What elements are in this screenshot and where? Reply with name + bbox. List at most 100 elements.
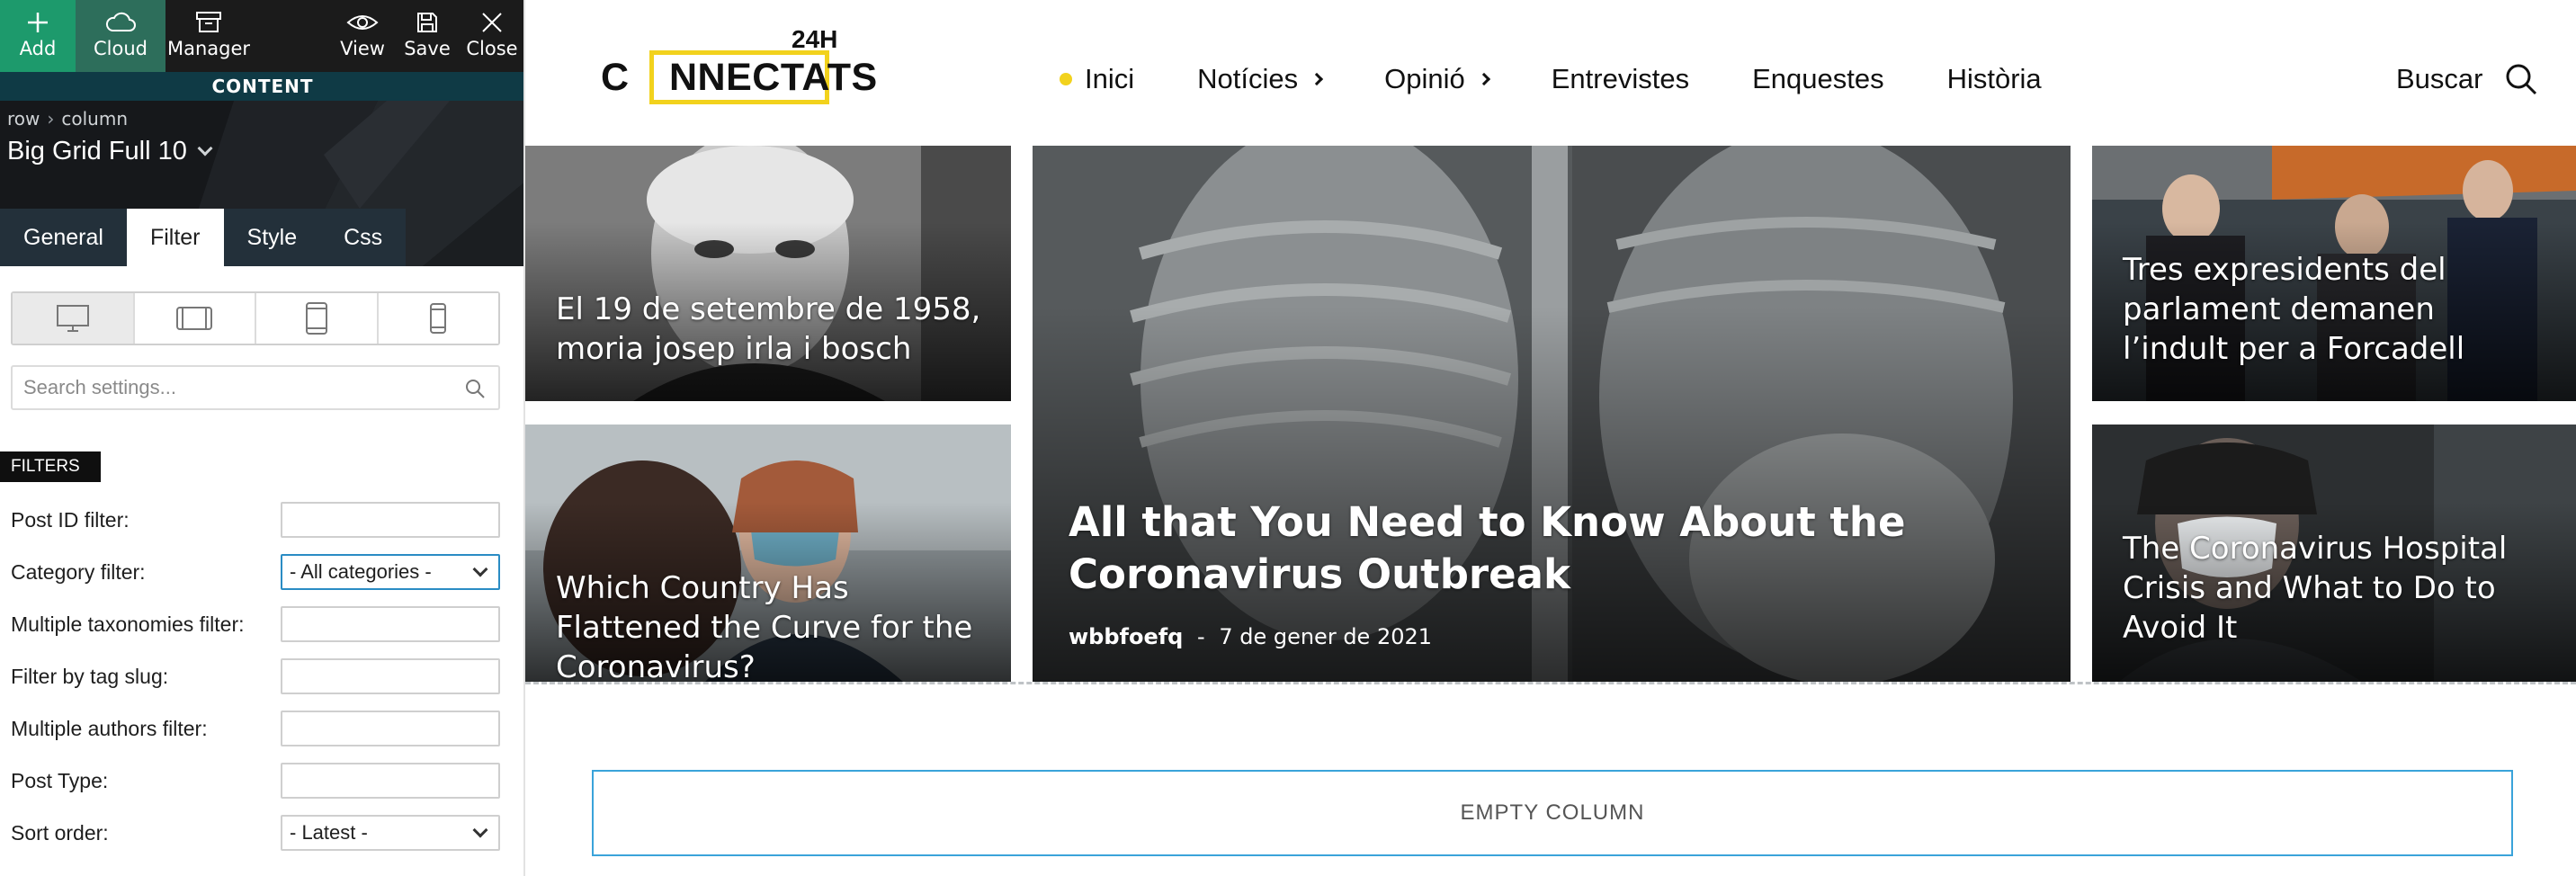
- sort-order-value: - Latest -: [290, 821, 368, 844]
- post-type-label: Post Type:: [11, 769, 109, 792]
- module-title-dropdown[interactable]: Big Grid Full 10: [7, 137, 213, 166]
- manager-icon: [196, 12, 221, 32]
- site-logo[interactable]: 24H C NNECTATS: [601, 23, 877, 113]
- save-label: Save: [404, 38, 451, 59]
- card-title: The Coronavirus Hospital Crisis and What…: [2123, 531, 2508, 646]
- manager-button[interactable]: Manager: [165, 0, 252, 72]
- post-id-filter-input[interactable]: [281, 502, 500, 538]
- nav-item-entrevistes[interactable]: Entrevistes: [1552, 63, 1689, 95]
- authors-filter-label: Multiple authors filter:: [11, 717, 208, 740]
- post-card-featured[interactable]: All that You Need to Know About the Coro…: [1033, 146, 2071, 682]
- featured-title: All that You Need to Know About the Coro…: [1069, 498, 1906, 598]
- nav-opinio-label: Opinió: [1384, 63, 1465, 94]
- post-card-curve[interactable]: Which Country Has Flattened the Curve fo…: [525, 425, 1011, 682]
- search-settings-input[interactable]: [23, 367, 446, 408]
- chevron-down-icon: [472, 561, 488, 577]
- cloud-icon: [105, 12, 136, 31]
- close-label: Close: [466, 38, 518, 59]
- device-switcher: [11, 291, 500, 345]
- nav-item-historia[interactable]: Història: [1947, 63, 2042, 95]
- tablet-portrait-icon: [305, 302, 327, 335]
- manager-label: Manager: [166, 38, 251, 59]
- plus-icon: [28, 13, 48, 32]
- category-filter-select[interactable]: - All categories -: [281, 554, 500, 590]
- breadcrumb: row › column: [7, 108, 128, 130]
- post-card-irla[interactable]: El 19 de setembre de 1958, moria josep i…: [525, 146, 1011, 401]
- panel-tabs: General Filter Style Css: [0, 209, 407, 266]
- filters-section-label: FILTERS: [0, 451, 101, 482]
- search-label: Buscar: [2396, 63, 2483, 94]
- chevron-down-icon: [472, 822, 488, 838]
- post-card-expresidents[interactable]: Tres expresidents del parlament demanen …: [2092, 146, 2576, 401]
- nav-item-opinio[interactable]: Opinió: [1384, 63, 1490, 95]
- settings-search: [11, 365, 500, 410]
- nav-item-inici[interactable]: Inici: [1060, 63, 1134, 95]
- empty-column-placeholder[interactable]: EMPTY COLUMN: [592, 770, 2513, 856]
- view-label: View: [340, 38, 385, 59]
- add-label: Add: [19, 38, 57, 59]
- save-icon: [417, 13, 437, 32]
- site-search-button[interactable]: Buscar: [2396, 58, 2538, 101]
- chevron-right-icon: [1477, 72, 1490, 86]
- screen: Add Cloud Manager View Save Close CONTEN…: [0, 0, 2576, 876]
- chevron-down-icon: [197, 140, 213, 156]
- tab-general[interactable]: General: [0, 209, 127, 266]
- save-button[interactable]: Save: [398, 0, 457, 72]
- module-title: Big Grid Full 10: [7, 137, 187, 165]
- nav-entrevistes-label: Entrevistes: [1551, 63, 1690, 94]
- post-author[interactable]: wbbfoefq: [1069, 624, 1183, 649]
- nav-inici-label: Inici: [1085, 63, 1135, 94]
- device-phone[interactable]: [378, 293, 498, 344]
- category-filter-label: Category filter:: [11, 560, 146, 584]
- close-button[interactable]: Close: [461, 0, 523, 72]
- tab-filter[interactable]: Filter: [126, 209, 224, 266]
- breadcrumb-separator-icon: ›: [47, 108, 55, 130]
- tag-slug-filter-input[interactable]: [281, 658, 500, 694]
- taxonomies-filter-input[interactable]: [281, 606, 500, 642]
- filter-row-category: Category filter: - All categories -: [0, 552, 523, 592]
- taxonomies-filter-label: Multiple taxonomies filter:: [11, 612, 245, 636]
- builder-toolbar: Add Cloud Manager View Save Close: [0, 0, 523, 72]
- cloud-label: Cloud: [94, 38, 148, 59]
- view-button[interactable]: View: [333, 0, 392, 72]
- content-section-label: CONTENT: [0, 72, 523, 101]
- device-tablet-portrait[interactable]: [256, 293, 379, 344]
- breadcrumb-row[interactable]: row: [7, 108, 40, 130]
- search-icon: [466, 380, 485, 398]
- device-tablet-landscape[interactable]: [134, 293, 256, 344]
- filter-row-taxonomies: Multiple taxonomies filter:: [0, 604, 523, 644]
- device-desktop[interactable]: [13, 293, 135, 344]
- sort-order-select[interactable]: - Latest -: [281, 815, 500, 851]
- card-title: Which Country Has Flattened the Curve fo…: [556, 570, 973, 682]
- filter-row-post-type: Post Type:: [0, 761, 523, 800]
- card-title: Tres expresidents del parlament demanen …: [2123, 252, 2465, 367]
- filter-row-post-id: Post ID filter:: [0, 500, 523, 540]
- site-preview: 24H C NNECTATS Inici Notícies Opinió Ent…: [525, 0, 2576, 876]
- nav-enquestes-label: Enquestes: [1752, 63, 1884, 94]
- post-type-input[interactable]: [281, 763, 500, 799]
- add-button[interactable]: Add: [0, 0, 76, 72]
- nav-noticies-label: Notícies: [1197, 63, 1299, 94]
- nav-historia-label: Història: [1946, 63, 2042, 94]
- category-filter-value: - All categories -: [290, 560, 432, 583]
- breadcrumb-column[interactable]: column: [61, 108, 128, 130]
- nav-item-noticies[interactable]: Notícies: [1197, 63, 1324, 95]
- filter-row-tag-slug: Filter by tag slug:: [0, 657, 523, 696]
- tab-style[interactable]: Style: [223, 209, 321, 266]
- eye-icon: [346, 15, 379, 30]
- post-card-hospital[interactable]: The Coronavirus Hospital Crisis and What…: [2092, 425, 2576, 682]
- featured-meta: wbbfoefq - 7 de gener de 2021: [1069, 624, 1432, 649]
- search-icon: [2506, 64, 2537, 95]
- authors-filter-input[interactable]: [281, 711, 500, 746]
- cloud-button[interactable]: Cloud: [76, 0, 165, 72]
- row-divider: [525, 682, 2576, 684]
- module-header: row › column Big Grid Full 10 General Filt…: [0, 101, 523, 266]
- logo-letter-c: C: [601, 56, 630, 99]
- desktop-icon: [56, 305, 89, 332]
- chevron-right-icon: [1310, 72, 1324, 86]
- builder-panel: Add Cloud Manager View Save Close CONTEN…: [0, 0, 525, 876]
- tab-css[interactable]: Css: [320, 209, 407, 266]
- filter-row-authors: Multiple authors filter:: [0, 709, 523, 748]
- post-id-filter-label: Post ID filter:: [11, 508, 130, 532]
- nav-item-enquestes[interactable]: Enquestes: [1752, 63, 1884, 95]
